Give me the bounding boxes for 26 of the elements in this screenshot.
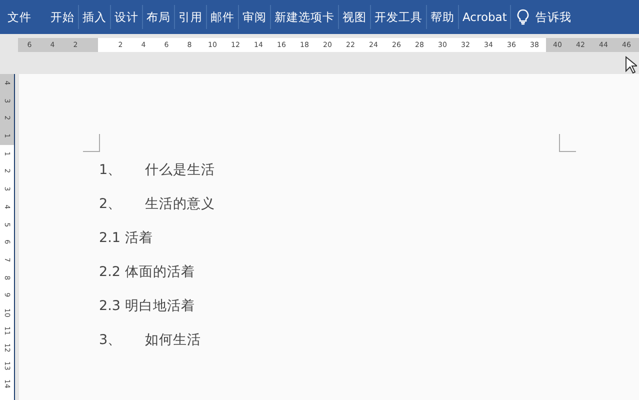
list-number: 3、 [99,331,123,349]
ribbon-tab[interactable]: 设计 [111,5,143,29]
list-number: 2、 [99,195,123,213]
ribbon-tab[interactable]: 开始 [47,5,79,29]
tell-me-button[interactable]: 告诉我 [511,9,578,25]
ribbon-tab[interactable]: 新建选项卡 [271,5,339,29]
ribbon-tab[interactable]: Acrobat [459,5,512,29]
list-number: 1、 [99,161,123,179]
subheading-text: 2.3 明白地活着 [99,297,195,315]
ribbon-tab[interactable]: 帮助 [427,5,459,29]
ribbon-tab[interactable]: 审阅 [239,5,271,29]
heading-text: 生活的意义 [145,195,215,213]
ribbon-tab[interactable]: 引用 [175,5,207,29]
heading-text: 什么是生活 [145,161,215,179]
ribbon-tab[interactable]: 布局 [143,5,175,29]
ribbon-tab[interactable]: 视图 [339,5,371,29]
lightbulb-icon [517,9,530,25]
ribbon-tab[interactable]: 开发工具 [371,5,427,29]
subheading-text: 2.1 活着 [99,229,153,247]
ribbon-tab[interactable]: 插入 [79,5,111,29]
subheading-text: 2.2 体面的活着 [99,263,195,281]
heading-text: 如何生活 [145,331,201,349]
margin-corner-mark [83,134,100,152]
ribbon-tab[interactable]: 邮件 [207,5,239,29]
ribbon-tab[interactable]: 文件 [4,5,35,29]
margin-corner-mark [559,134,576,152]
